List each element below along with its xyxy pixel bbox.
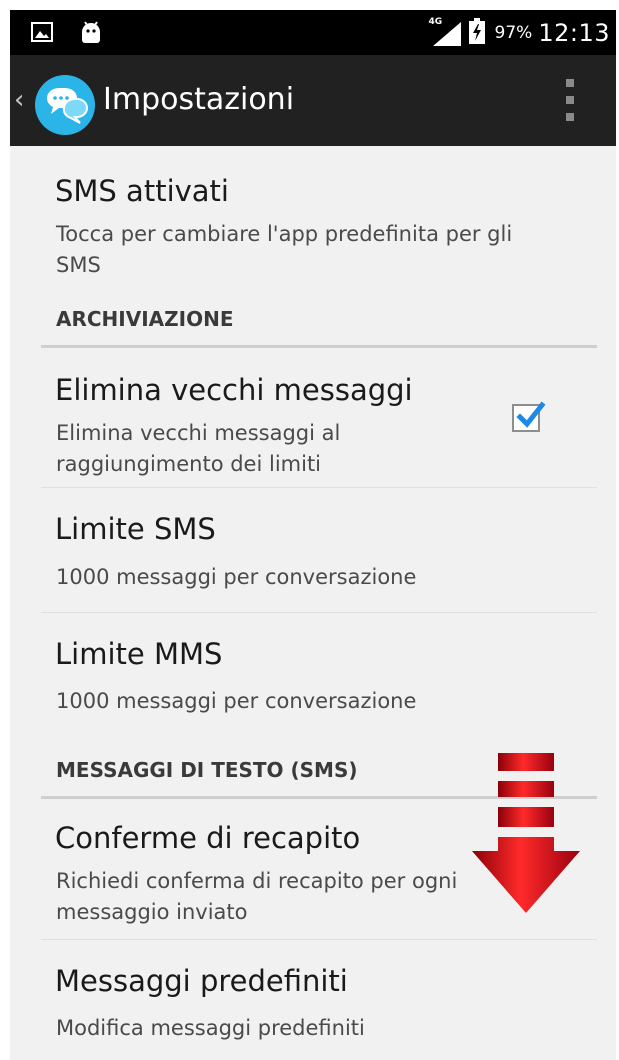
phone-screen: 4G 97% 12:13 ‹ Impostazioni SMS attivati…	[10, 10, 616, 1060]
pref-title: Elimina vecchi messaggi	[55, 373, 413, 407]
battery-percent: 97%	[494, 22, 533, 43]
pref-summary: Tocca per cambiare l'app predefinita per…	[56, 222, 513, 277]
checkmark-icon	[516, 401, 546, 428]
signal-icon: 4G	[429, 17, 463, 47]
app-logo-icon[interactable]	[34, 74, 96, 140]
pref-summary: Modifica messaggi predefiniti	[56, 1016, 365, 1040]
overflow-menu-icon[interactable]	[558, 79, 582, 121]
status-bar: 4G 97% 12:13	[10, 10, 616, 55]
pref-mms-limit[interactable]: Limite MMS 1000 messaggi per conversazio…	[10, 613, 616, 733]
category-header-text-messages: MESSAGGI DI TESTO (SMS)	[56, 758, 358, 782]
scroll-down-arrow-icon	[470, 753, 582, 919]
category-header-storage: ARCHIVIAZIONE	[56, 307, 234, 331]
pref-title: Conferme di recapito	[55, 821, 361, 855]
pref-title: Messaggi predefiniti	[55, 964, 348, 998]
pref-title: SMS attivati	[55, 174, 229, 208]
pref-summary: 1000 messaggi per conversazione	[56, 565, 417, 589]
pref-summary: 1000 messaggi per conversazione	[56, 689, 417, 713]
page-title: Impostazioni	[103, 82, 295, 117]
clock: 12:13	[538, 18, 610, 47]
pref-sms-enabled[interactable]: SMS attivati Tocca per cambiare l'app pr…	[10, 160, 616, 285]
back-chevron-icon[interactable]: ‹	[14, 85, 24, 115]
delete-old-checkbox[interactable]	[512, 401, 546, 432]
action-bar: ‹ Impostazioni	[10, 55, 616, 146]
pref-quick-messages[interactable]: Messaggi predefiniti Modifica messaggi p…	[10, 940, 616, 1060]
pref-title: Limite MMS	[55, 637, 223, 671]
pref-summary: Elimina vecchi messaggi al raggiungiment…	[56, 421, 341, 476]
battery-charging-icon	[468, 17, 485, 48]
pref-title: Limite SMS	[55, 512, 216, 546]
pref-summary: Richiedi conferma di recapito per ogni m…	[56, 869, 458, 924]
android-debug-icon	[80, 20, 102, 48]
status-bar-right: 4G 97% 12:13	[429, 10, 610, 55]
pref-sms-limit[interactable]: Limite SMS 1000 messaggi per conversazio…	[10, 488, 616, 612]
gallery-icon	[31, 22, 53, 46]
